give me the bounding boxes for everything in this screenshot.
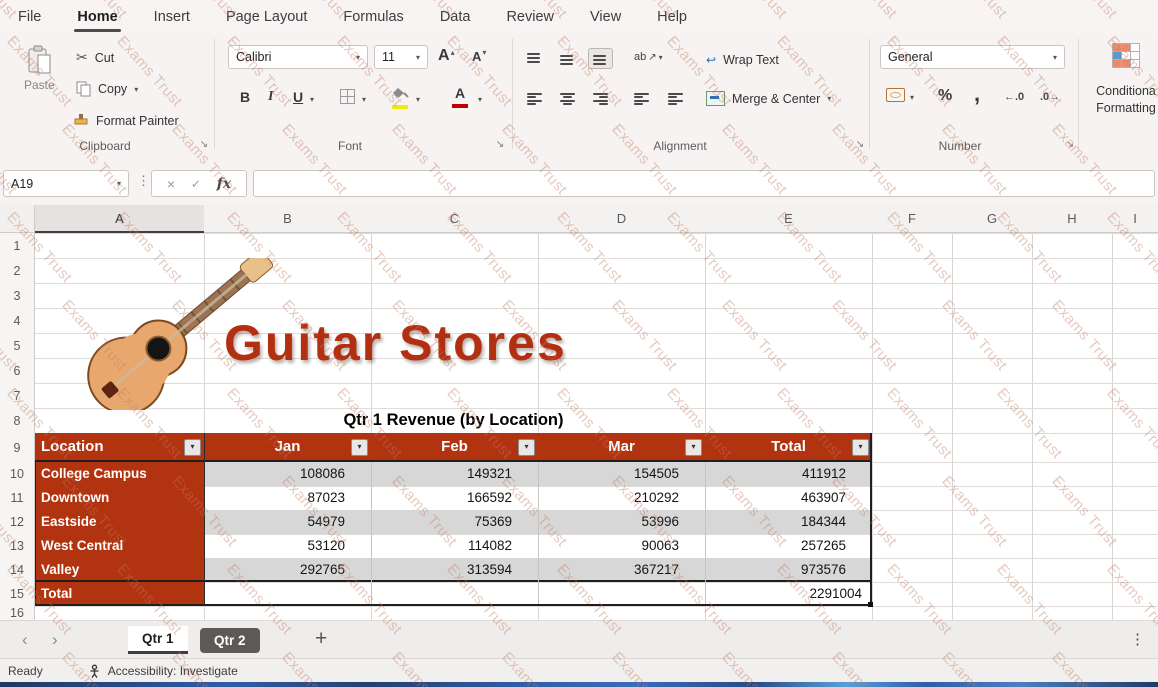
table-row-label: Downtown [41, 486, 109, 510]
table-cell: 210292 [538, 486, 679, 510]
table-cell: 87023 [204, 486, 345, 510]
table-border [870, 433, 872, 606]
table-header-total: Total [705, 433, 872, 461]
table-cell: 149321 [371, 462, 512, 486]
table-total-label: Total [41, 582, 72, 606]
table-header-location: Location [35, 433, 204, 461]
table-cell: 75369 [371, 510, 512, 534]
table-cell: 90063 [538, 534, 679, 558]
table-cell: 257265 [705, 534, 846, 558]
table-cell: 108086 [204, 462, 345, 486]
table-cell: 292765 [204, 558, 345, 582]
filter-button[interactable]: ▾ [685, 439, 702, 456]
table-title: Qtr 1 Revenue (by Location) [35, 408, 872, 433]
table-cell: 114082 [371, 534, 512, 558]
table-cell: 54979 [204, 510, 345, 534]
table-row-label: West Central [41, 534, 123, 558]
table-grand-total: 2291004 [705, 582, 862, 606]
table-row-label: College Campus [41, 462, 147, 486]
table-header-jan: Jan [204, 433, 371, 461]
table-header-mar: Mar [538, 433, 705, 461]
sheet-content: Guitar Stores Qtr 1 Revenue (by Location… [0, 0, 1158, 687]
table-cell: 313594 [371, 558, 512, 582]
table-cell: 166592 [371, 486, 512, 510]
table-cell: 184344 [705, 510, 846, 534]
table-border [35, 580, 872, 582]
table-column-line [371, 462, 372, 604]
table-cell: 367217 [538, 558, 679, 582]
logo-text: Guitar Stores [224, 314, 567, 372]
table-row-label: Valley [41, 558, 79, 582]
table-cell: 463907 [705, 486, 846, 510]
table-cell: 973576 [705, 558, 846, 582]
table-cell: 411912 [705, 462, 846, 486]
table-cell: 53120 [204, 534, 345, 558]
table-header-feb: Feb [371, 433, 538, 461]
table-row-label: Eastside [41, 510, 97, 534]
table-border [204, 433, 205, 606]
table-cell: 53996 [538, 510, 679, 534]
table-border [35, 604, 872, 606]
table-column-line [538, 462, 539, 604]
filter-button[interactable]: ▾ [184, 439, 201, 456]
filter-button[interactable]: ▾ [852, 439, 869, 456]
table-column-line [705, 462, 706, 604]
filter-button[interactable]: ▾ [351, 439, 368, 456]
filter-button[interactable]: ▾ [518, 439, 535, 456]
table-border [35, 460, 872, 462]
fill-handle [868, 602, 873, 607]
table-cell: 154505 [538, 462, 679, 486]
